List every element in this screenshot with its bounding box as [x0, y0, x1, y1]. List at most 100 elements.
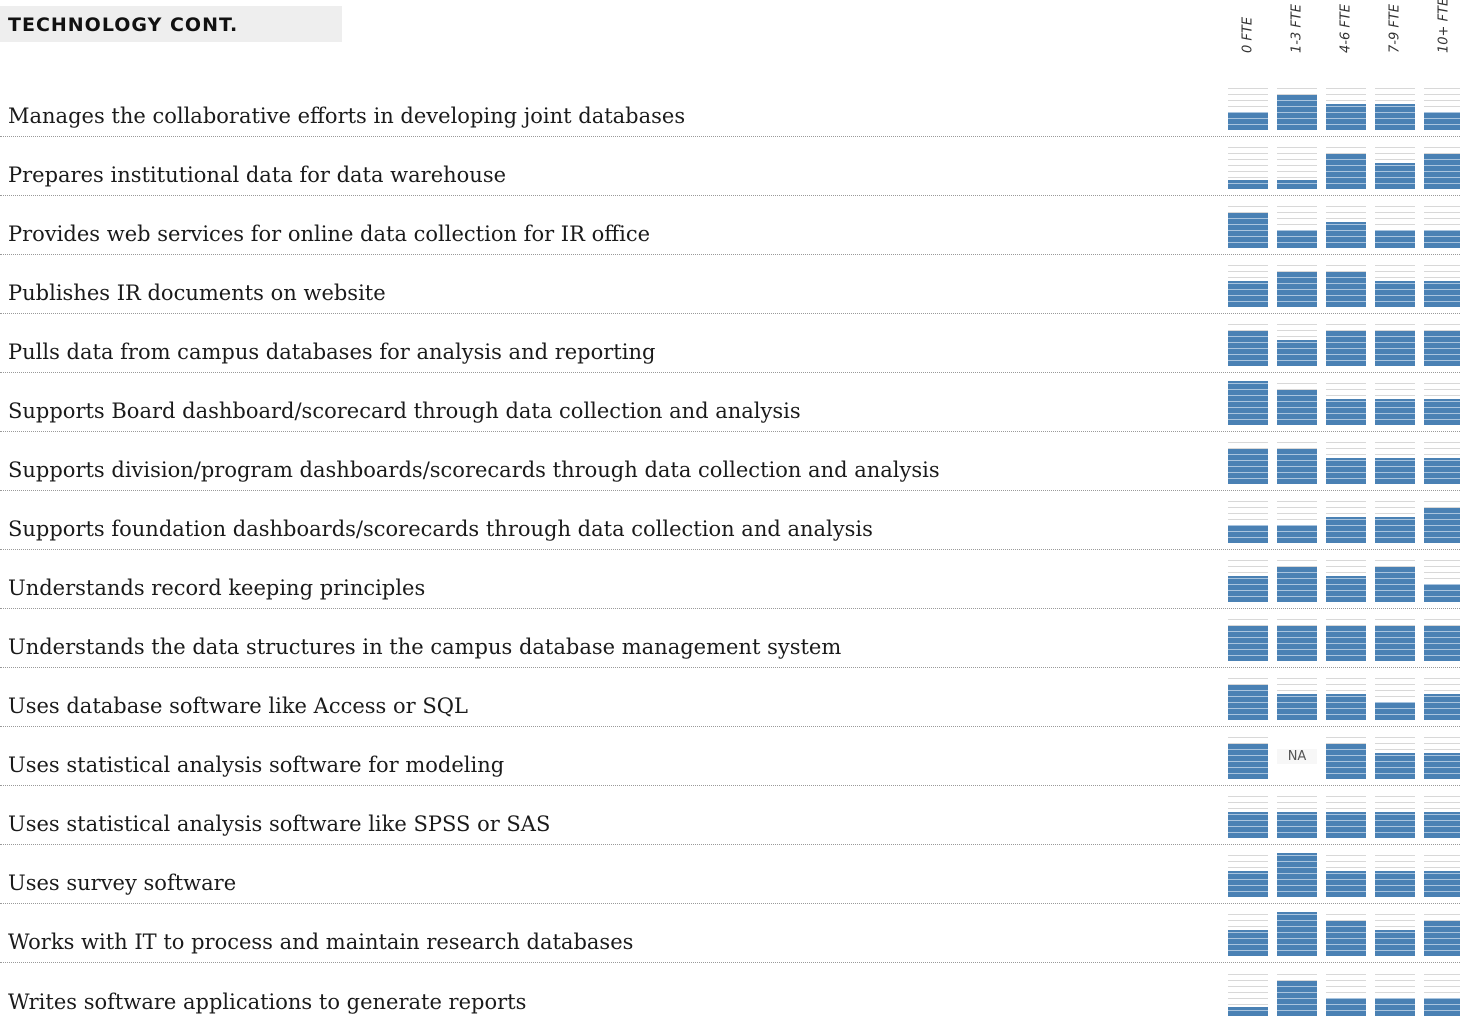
level-cell: [1326, 263, 1366, 307]
level-cell: [1277, 204, 1317, 248]
column-header: 1-3 FTE: [1287, 0, 1307, 68]
table-row: Uses database software like Access or SQ…: [0, 668, 1460, 727]
level-bar: [1228, 381, 1268, 425]
level-bar: [1277, 95, 1317, 130]
level-bar: [1375, 930, 1415, 956]
level-bar: [1228, 112, 1268, 130]
level-cell: [1277, 145, 1317, 189]
row-label: Manages the collaborative efforts in dev…: [8, 104, 686, 128]
level-bar: [1277, 449, 1317, 484]
table-row: Uses survey software: [0, 845, 1460, 904]
level-cell: [1326, 145, 1366, 189]
level-bar: [1277, 180, 1317, 189]
level-bar: [1228, 180, 1268, 189]
row-label: Works with IT to process and maintain re…: [8, 930, 634, 954]
column-header: 10+ FTE: [1434, 0, 1454, 68]
level-bar: [1228, 576, 1268, 602]
level-bar: [1326, 458, 1366, 484]
level-cell: [1375, 86, 1415, 130]
level-bar: [1375, 567, 1415, 602]
column-header: 4-6 FTE: [1336, 0, 1356, 68]
na-label: NA: [1277, 749, 1317, 764]
table-row: Supports Board dashboard/scorecard throu…: [0, 373, 1460, 432]
level-bar: [1375, 458, 1415, 484]
section-title: TECHNOLOGY CONT.: [0, 6, 342, 42]
level-cell: [1375, 972, 1415, 1016]
level-cell: [1424, 322, 1460, 366]
level-bar: [1326, 222, 1366, 248]
row-label: Prepares institutional data for data war…: [8, 163, 507, 187]
level-cell: [1424, 853, 1460, 897]
level-cell: [1375, 145, 1415, 189]
level-cell: [1277, 676, 1317, 720]
level-cell: [1326, 794, 1366, 838]
level-cell: [1375, 794, 1415, 838]
row-label: Provides web services for online data co…: [8, 222, 651, 246]
level-cell: [1326, 499, 1366, 543]
level-bar: [1326, 154, 1366, 189]
level-bar: [1375, 163, 1415, 189]
level-bar: [1424, 584, 1460, 602]
level-bar: [1326, 626, 1366, 661]
level-cell: [1326, 676, 1366, 720]
level-cell: [1326, 558, 1366, 602]
table-row: Supports division/program dashboards/sco…: [0, 432, 1460, 491]
level-bar: [1326, 812, 1366, 838]
level-cell: [1228, 86, 1268, 130]
table-row: Supports foundation dashboards/scorecard…: [0, 491, 1460, 550]
level-cell: [1424, 676, 1460, 720]
row-label: Uses statistical analysis software like …: [8, 812, 551, 836]
column-header: 7-9 FTE: [1385, 0, 1405, 68]
row-label: Publishes IR documents on website: [8, 281, 386, 305]
level-bar: [1424, 694, 1460, 720]
level-cell: [1375, 617, 1415, 661]
level-bar: [1326, 871, 1366, 897]
level-bar: [1424, 112, 1460, 130]
row-label: Uses database software like Access or SQ…: [8, 694, 468, 718]
level-cell: [1375, 735, 1415, 779]
level-cell: [1424, 263, 1460, 307]
level-cell: [1228, 381, 1268, 425]
level-cell: [1277, 322, 1317, 366]
row-label: Pulls data from campus databases for ana…: [8, 340, 656, 364]
level-bar: [1326, 998, 1366, 1016]
level-bar: [1424, 154, 1460, 189]
level-bar: [1375, 104, 1415, 130]
column-header-label: 7-9 FTE: [1387, 4, 1403, 53]
level-bar: [1228, 685, 1268, 720]
level-cell: [1424, 912, 1460, 956]
level-bar: [1326, 272, 1366, 307]
level-bar: [1424, 399, 1460, 425]
row-label: Writes software applications to generate…: [8, 990, 527, 1014]
level-bar: [1375, 230, 1415, 248]
level-bar: [1424, 753, 1460, 779]
table-row: Understands the data structures in the c…: [0, 609, 1460, 668]
table-row: Writes software applications to generate…: [0, 963, 1460, 1022]
level-bar: [1228, 449, 1268, 484]
level-cell: [1277, 499, 1317, 543]
level-cell: [1424, 499, 1460, 543]
table-row: Provides web services for online data co…: [0, 196, 1460, 255]
level-cell: [1424, 204, 1460, 248]
level-cell: [1228, 322, 1268, 366]
level-cell: [1277, 440, 1317, 484]
level-bar: [1228, 1007, 1268, 1016]
level-bar: [1326, 399, 1366, 425]
level-bar: [1228, 331, 1268, 366]
level-bar: [1375, 517, 1415, 543]
level-cell: [1424, 735, 1460, 779]
level-cell: [1277, 617, 1317, 661]
level-cell: [1424, 440, 1460, 484]
level-bar: [1375, 812, 1415, 838]
level-bar: [1375, 399, 1415, 425]
level-bar: [1326, 517, 1366, 543]
level-bar: [1228, 281, 1268, 307]
level-bar: [1424, 508, 1460, 543]
level-bar: [1326, 744, 1366, 779]
level-bar: [1424, 626, 1460, 661]
level-cell: [1375, 558, 1415, 602]
level-bar: [1277, 390, 1317, 425]
column-header: 0 FTE: [1238, 0, 1258, 68]
level-cell: [1375, 676, 1415, 720]
level-bar: [1277, 230, 1317, 248]
